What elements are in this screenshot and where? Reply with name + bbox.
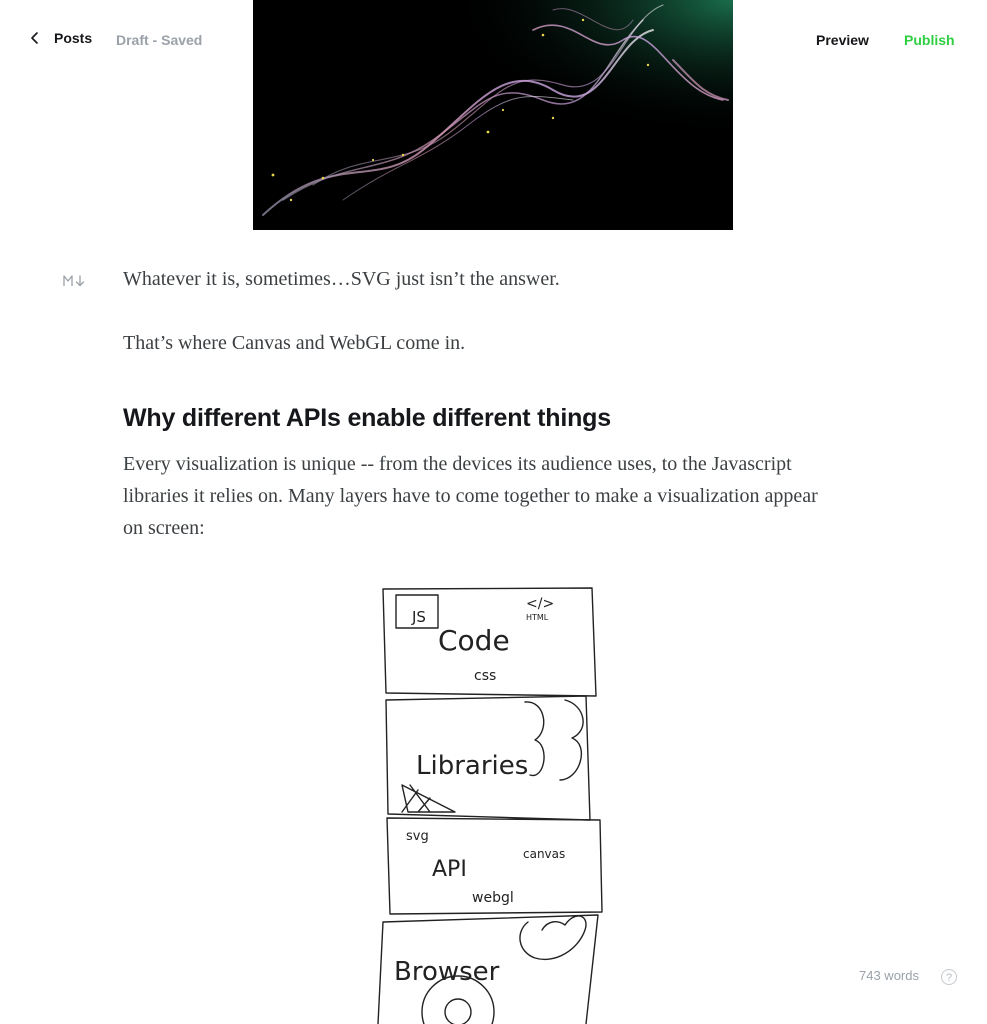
css-label: css (474, 668, 496, 684)
save-status: Draft - Saved (116, 32, 203, 48)
back-label: Posts (54, 30, 93, 46)
chevron-left-icon (31, 32, 38, 44)
canvas-label: canvas (523, 847, 565, 861)
code-label: Code (438, 624, 510, 657)
markdown-icon[interactable] (63, 273, 89, 289)
post-image[interactable] (253, 0, 733, 230)
paragraph[interactable]: Whatever it is, sometimes…SVG just isn’t… (123, 263, 823, 295)
layers-sketch-image[interactable]: JS </> HTML Code css Libraries svg canva… (360, 580, 620, 1024)
webgl-label: webgl (472, 890, 514, 906)
section-heading[interactable]: Why different APIs enable different thin… (123, 404, 843, 433)
publish-button[interactable]: Publish (904, 32, 955, 48)
paragraph[interactable]: That’s where Canvas and WebGL come in. (123, 327, 823, 359)
html-tag-label: </> (526, 596, 554, 612)
html-label: HTML (526, 613, 549, 622)
help-icon[interactable]: ? (941, 969, 957, 985)
back-to-posts-link[interactable]: Posts (28, 30, 92, 46)
preview-button[interactable]: Preview (816, 32, 869, 48)
browser-label: Browser (394, 957, 500, 987)
word-count: 743 words (859, 968, 919, 983)
js-label: JS (411, 608, 426, 626)
paragraph[interactable]: Every visualization is unique -- from th… (123, 448, 823, 544)
smoke-visualization-image (253, 0, 733, 230)
svg-label: svg (406, 829, 429, 844)
api-label: API (432, 857, 467, 882)
libraries-label: Libraries (416, 751, 528, 781)
